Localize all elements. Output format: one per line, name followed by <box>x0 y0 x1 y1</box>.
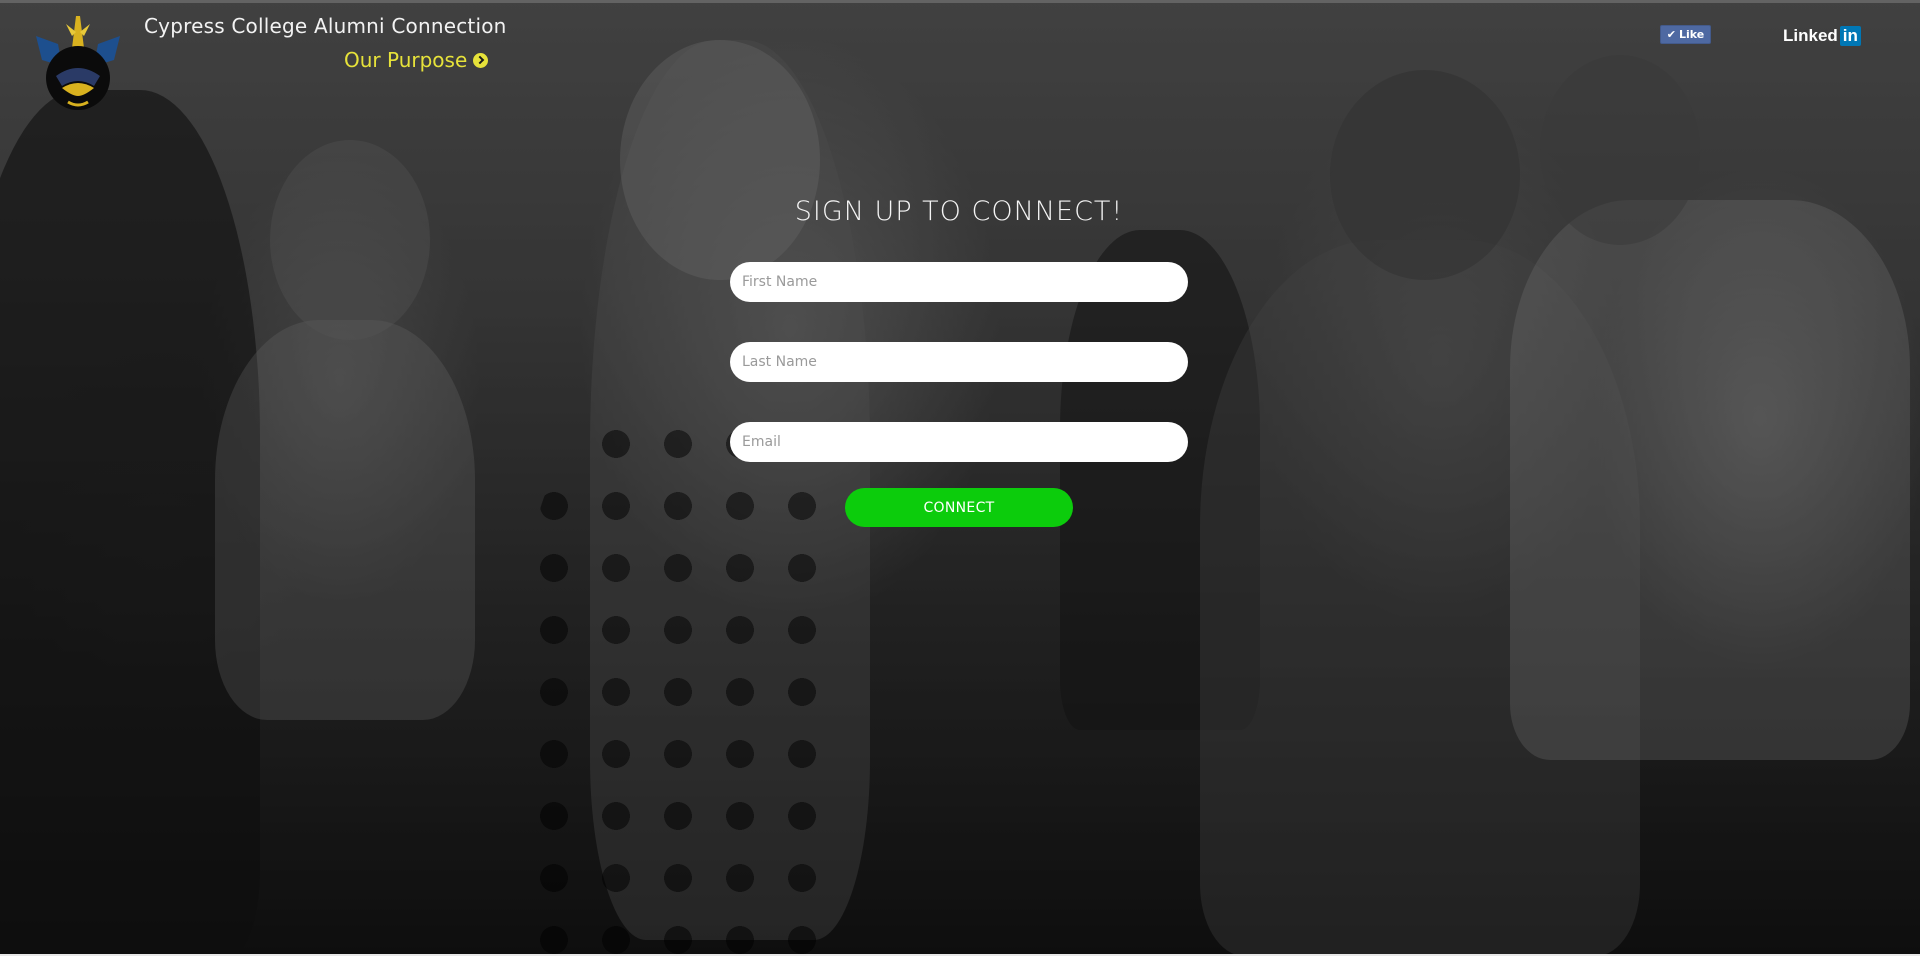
first-name-input[interactable] <box>730 262 1188 302</box>
site-title: Cypress College Alumni Connection <box>144 14 507 38</box>
connect-button[interactable]: CONNECT <box>845 488 1073 527</box>
chevron-right-circle-icon <box>473 52 489 68</box>
check-icon: ✔ <box>1666 28 1676 41</box>
facebook-like-label: Like <box>1678 28 1705 41</box>
college-logo-icon[interactable] <box>32 16 124 116</box>
linkedin-text: Linked <box>1783 26 1838 45</box>
facebook-like-button[interactable]: ✔ Like <box>1660 25 1711 44</box>
our-purpose-link[interactable]: Our Purpose <box>344 48 489 72</box>
last-name-input[interactable] <box>730 342 1188 382</box>
signup-title: SIGN UP TO CONNECT! <box>794 196 1124 227</box>
email-input[interactable] <box>730 422 1188 462</box>
linkedin-logo-link[interactable]: Linked in <box>1783 26 1861 46</box>
our-purpose-label: Our Purpose <box>344 48 468 72</box>
signup-page: Cypress College Alumni Connection Our Pu… <box>0 0 1920 956</box>
linkedin-badge: in <box>1839 26 1861 46</box>
background-overlay <box>0 0 1920 956</box>
